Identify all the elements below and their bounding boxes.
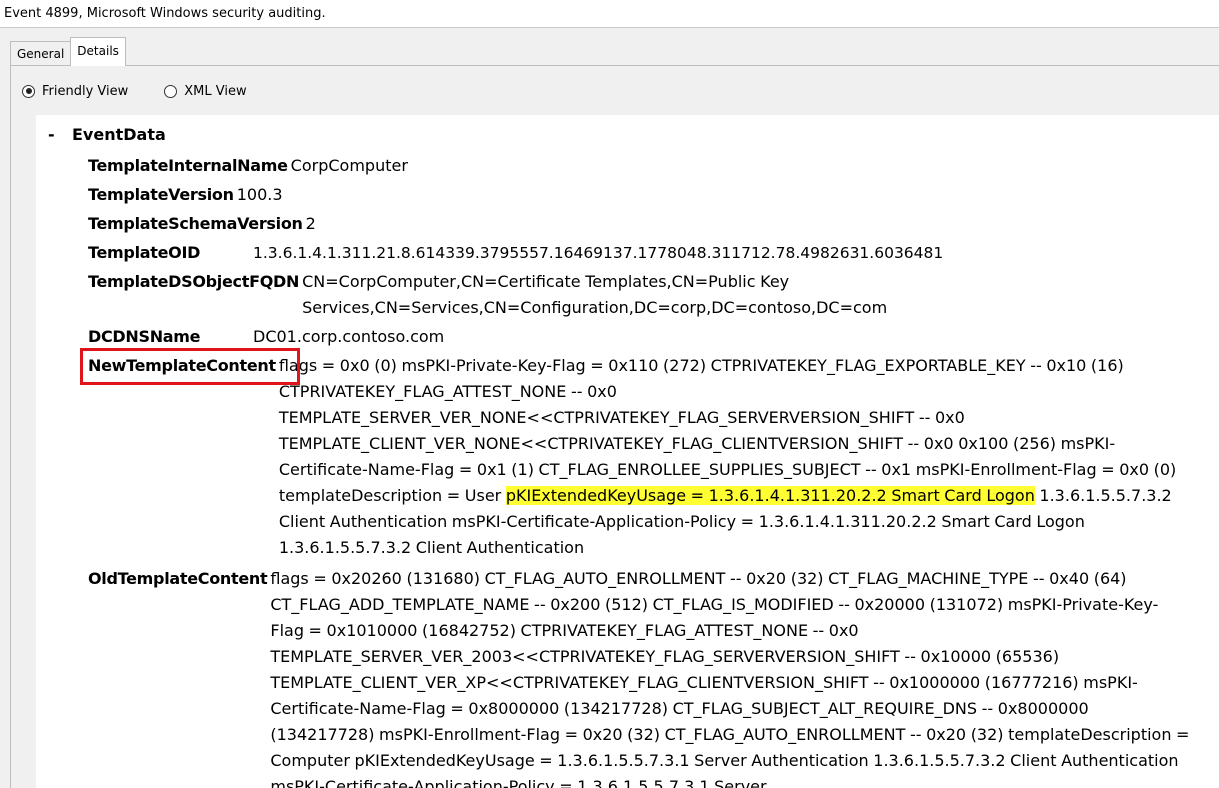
- highlighted-text: pKIExtendedKeyUsage = 1.3.6.1.4.1.311.20…: [505, 486, 1035, 505]
- value-text: flags = 0x0 (0) msPKI-Private-Key-Flag =…: [278, 356, 1177, 505]
- field-value: 2: [305, 214, 316, 233]
- field-value: flags = 0x20260 (131680) CT_FLAG_AUTO_EN…: [270, 569, 1190, 788]
- collapse-toggle[interactable]: -: [48, 125, 55, 144]
- xml-view-label: XML View: [184, 83, 247, 99]
- field-key: DCDNSName: [88, 327, 201, 346]
- section-title: EventData: [72, 125, 166, 144]
- window-title: Event 4899, Microsoft Windows security a…: [0, 0, 1219, 28]
- field-value: flags = 0x0 (0) msPKI-Private-Key-Flag =…: [279, 353, 1179, 561]
- field-key: TemplateVersion: [88, 185, 234, 204]
- field-row: OldTemplateContent flags = 0x20260 (1316…: [88, 566, 1190, 788]
- field-value: 1.3.6.1.4.1.311.21.8.614339.3795557.1646…: [253, 244, 944, 262]
- view-selector: Friendly View XML View: [22, 80, 283, 102]
- xml-view-radio[interactable]: XML View: [164, 83, 247, 99]
- field-row: TemplateSchemaVersion 2: [88, 211, 316, 237]
- field-key: OldTemplateContent: [88, 569, 268, 588]
- field-key: TemplateSchemaVersion: [88, 214, 303, 233]
- event-data-viewer[interactable]: - EventData TemplateInternalName CorpCom…: [36, 115, 1219, 788]
- annotation-highlight-box: [80, 348, 300, 385]
- field-row: DCDNSName DC01.corp.contoso.com: [88, 324, 444, 350]
- field-key: TemplateOID: [88, 243, 201, 262]
- tab-details[interactable]: Details: [70, 37, 126, 66]
- field-row: TemplateDSObjectFQDN CN=CorpComputer,CN=…: [88, 269, 962, 321]
- radio-checked-icon: [22, 84, 35, 98]
- friendly-view-radio[interactable]: Friendly View: [22, 84, 128, 99]
- field-value: CorpComputer: [290, 156, 408, 175]
- friendly-view-label: Friendly View: [42, 83, 129, 99]
- field-value: 100.3: [236, 185, 283, 204]
- field-value: DC01.corp.contoso.com: [253, 327, 445, 346]
- tab-strip: General Details: [10, 37, 126, 66]
- radio-unchecked-icon: [164, 84, 178, 98]
- tab-general[interactable]: General: [10, 41, 72, 66]
- field-key: TemplateDSObjectFQDN: [88, 272, 300, 291]
- field-row: TemplateVersion 100.3: [88, 182, 283, 208]
- field-row: TemplateOID 1.3.6.1.4.1.311.21.8.614339.…: [88, 240, 943, 266]
- field-value: CN=CorpComputer,CN=Certificate Templates…: [302, 272, 888, 317]
- field-key: TemplateInternalName: [88, 156, 288, 175]
- field-row: TemplateInternalName CorpComputer: [88, 153, 408, 179]
